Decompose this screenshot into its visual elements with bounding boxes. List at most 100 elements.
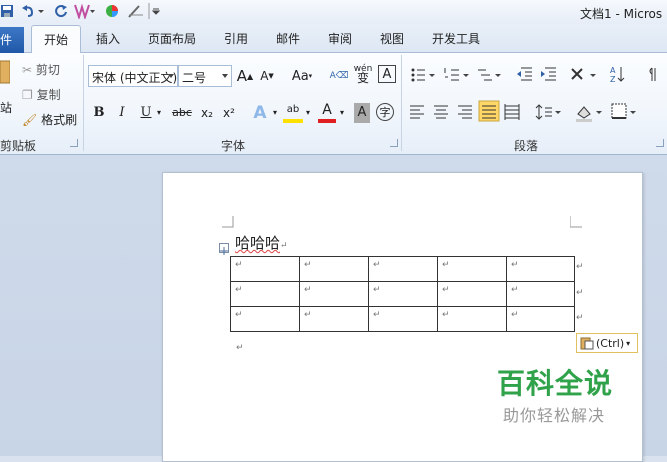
align-center-icon <box>434 105 448 119</box>
paragraph-group-label: 段落 <box>514 139 539 153</box>
heading-text: 哈哈哈 <box>235 234 281 252</box>
ribbon-home: 站 ✂ 剪切 ❐ 复制 🖌 格式刷 剪贴板 宋体 (中文正文) 二号 A ▲ A ▼… <box>0 53 667 155</box>
underline-dropdown-icon[interactable]: ▾ <box>155 103 163 123</box>
paste-options-button[interactable]: (Ctrl) ▾ <box>576 333 638 353</box>
table-cell[interactable]: ↵ <box>506 281 575 307</box>
tab-home[interactable]: 开始 <box>31 25 81 54</box>
scissors-icon: ✂ <box>22 63 33 77</box>
increase-indent-icon <box>541 67 556 81</box>
table-cell[interactable]: ↵ <box>437 256 507 282</box>
group-separator <box>83 55 84 151</box>
title-bar: 文档1 - Micros <box>0 0 667 24</box>
table-row: ↵ ↵ ↵ ↵ ↵ <box>230 256 575 282</box>
borders-icon <box>611 103 636 119</box>
table-cell[interactable]: ↵ <box>299 306 369 332</box>
pen-icon[interactable] <box>127 3 145 19</box>
table-cell[interactable]: ↵ <box>230 256 300 282</box>
shrink-font-button[interactable]: A ▼ <box>258 65 276 87</box>
text-effects-button[interactable]: A <box>251 103 269 123</box>
tab-page-layout[interactable]: 页面布局 <box>148 30 196 47</box>
font-color-button[interactable]: A <box>318 103 336 123</box>
table-cell[interactable]: ↵ <box>368 256 438 282</box>
copy-label: 复制 <box>36 88 61 102</box>
font-color-dropdown-icon[interactable]: ▾ <box>338 103 346 123</box>
show-marks-icon <box>649 67 656 81</box>
font-name-value: 宋体 (中文正文) <box>92 71 178 85</box>
clipboard-group-label: 剪贴板 <box>0 139 37 153</box>
character-shading-button[interactable]: A <box>354 103 370 123</box>
copy-button[interactable]: ❐ 复制 <box>22 86 61 103</box>
change-case-button[interactable]: Aa ▾ <box>288 65 316 87</box>
paragraph-launcher-icon[interactable] <box>656 139 664 147</box>
save-icon[interactable] <box>0 3 14 19</box>
table-cell[interactable]: ↵ <box>299 281 369 307</box>
character-border-button[interactable]: A <box>378 65 396 83</box>
format-painter-qa-icon[interactable] <box>73 3 95 19</box>
undo-dropdown-icon[interactable] <box>38 3 44 19</box>
table-cell[interactable]: ↵ <box>506 256 575 282</box>
window-title: 文档1 - Micros <box>580 7 663 21</box>
text-effects-dropdown-icon[interactable]: ▾ <box>271 103 279 123</box>
subscript-button[interactable]: x₂ <box>198 103 216 123</box>
font-group-label: 字体 <box>221 139 246 153</box>
tab-file[interactable]: 件 <box>0 27 24 53</box>
distributed-icon <box>504 104 520 120</box>
cut-button[interactable]: ✂ 剪切 <box>22 61 60 78</box>
change-case-icon: Aa <box>291 68 309 84</box>
tab-references[interactable]: 引用 <box>224 30 248 47</box>
table-cell[interactable]: ↵ <box>230 306 300 332</box>
phonetic-guide-button[interactable]: wén 变 <box>353 63 373 85</box>
font-launcher-icon[interactable] <box>390 139 398 147</box>
chevron-down-icon <box>168 74 174 78</box>
table-cell[interactable]: ↵ <box>506 306 575 332</box>
table-cell[interactable]: ↵ <box>368 281 438 307</box>
watermark-title: 百科全说 <box>497 367 614 400</box>
margin-corner-top-right <box>570 216 582 228</box>
strikethrough-button[interactable]: abc <box>171 103 193 123</box>
tab-mailings[interactable]: 邮件 <box>276 30 300 47</box>
tab-view[interactable]: 视图 <box>380 30 404 47</box>
row-end-mark: ↵ <box>576 262 584 272</box>
bold-button[interactable]: B <box>92 103 106 123</box>
italic-button[interactable]: I <box>115 103 129 123</box>
bullets-icon <box>411 68 435 82</box>
chevron-down-icon <box>222 74 228 78</box>
tab-review[interactable]: 审阅 <box>328 30 352 47</box>
color-wheel-icon[interactable] <box>105 3 119 19</box>
sort-icon: AZ <box>610 66 625 84</box>
format-painter-button[interactable]: 🖌 格式刷 <box>22 111 77 128</box>
table-cell[interactable]: ↵ <box>437 281 507 307</box>
table-cell[interactable]: ↵ <box>437 306 507 332</box>
undo-icon[interactable] <box>20 3 36 19</box>
underline-button[interactable]: U <box>139 103 153 123</box>
table-move-handle-icon[interactable] <box>219 243 229 255</box>
font-size-combo[interactable]: 二号 <box>178 65 232 87</box>
highlight-dropdown-icon[interactable]: ▾ <box>304 103 312 123</box>
customize-qa-icon[interactable] <box>148 3 160 19</box>
table-cell[interactable]: ↵ <box>368 306 438 332</box>
grow-font-button[interactable]: A ▲ <box>236 65 254 87</box>
align-left-icon <box>410 105 424 119</box>
font-name-combo[interactable]: 宋体 (中文正文) <box>88 65 178 87</box>
document-heading[interactable]: 哈哈哈↵ <box>235 232 288 253</box>
highlight-button[interactable]: ab <box>283 103 303 123</box>
align-right-icon <box>458 105 472 119</box>
clipboard-icon <box>0 60 11 84</box>
paragraph-mark: ↵ <box>280 241 288 251</box>
table-cell[interactable]: ↵ <box>299 256 369 282</box>
clipboard-launcher-icon[interactable] <box>70 139 78 147</box>
row-end-mark: ↵ <box>576 313 584 323</box>
paragraph-mark: ↵ <box>236 343 244 353</box>
tab-insert[interactable]: 插入 <box>96 30 120 47</box>
document-table[interactable]: ↵ ↵ ↵ ↵ ↵ ↵ ↵ ↵ ↵ ↵ ↵ ↵ ↵ ↵ ↵ <box>230 256 575 332</box>
enclose-characters-button[interactable]: 字 <box>376 103 394 121</box>
paste-button[interactable]: 站 <box>0 59 12 115</box>
cut-label: 剪切 <box>35 63 60 77</box>
table-cell[interactable]: ↵ <box>230 281 300 307</box>
superscript-button[interactable]: x² <box>220 103 238 123</box>
redo-icon[interactable] <box>54 3 68 19</box>
tab-developer[interactable]: 开发工具 <box>432 30 480 47</box>
chinese-layout-icon <box>571 68 596 80</box>
clear-format-button[interactable]: A⌫ <box>330 65 349 87</box>
paste-options-label: (Ctrl) <box>596 336 625 350</box>
